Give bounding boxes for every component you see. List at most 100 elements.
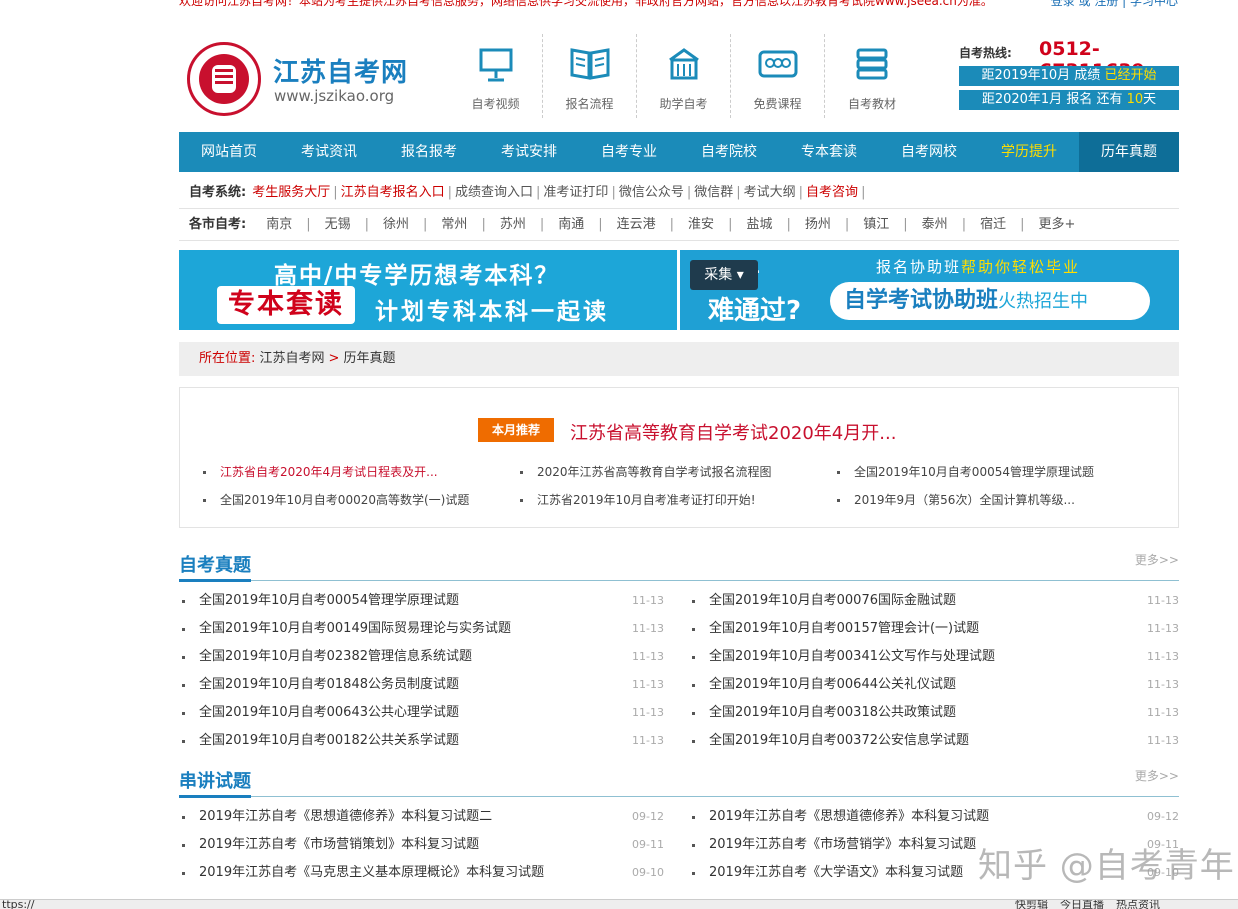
item-title[interactable]: 全国2019年10月自考02382管理信息系统试题 [199,649,472,664]
list-item[interactable]: 全国2019年10月自考00643公共心理学试题 11-13 [179,699,679,727]
nav-item-past-papers[interactable]: 历年真题 [1079,132,1179,172]
list-item[interactable]: 全国2019年10月自考00054管理学原理试题 11-13 [179,587,679,615]
countdown-highlight: 已经开始 [1104,68,1157,83]
list-item[interactable]: 2019年江苏自考《思想道德修养》本科复习试题二 09-12 [179,803,679,831]
login-register-links[interactable]: 登录 或 注册 | 学习中心 [1051,0,1178,8]
nav-item-news[interactable]: 考试资讯 [279,132,379,172]
list-item[interactable]: 全国2019年10月自考00372公安信息学试题 11-13 [679,727,1179,755]
city-link-suzhou[interactable]: 苏州 [500,217,526,232]
nav-item-colleges[interactable]: 自考院校 [679,132,779,172]
item-title[interactable]: 全国2019年10月自考00076国际金融试题 [709,593,956,608]
city-link-more[interactable]: 更多+ [1038,217,1075,232]
nav-item-degree-upgrade[interactable]: 学历提升 [979,132,1079,172]
item-date: 11-13 [632,734,664,747]
nav-item-home[interactable]: 网站首页 [179,132,279,172]
tool-live[interactable]: 今日直播 [1060,900,1104,909]
open-book-icon [570,48,609,80]
list-item[interactable]: 2019年江苏自考《思想道德修养》本科复习试题 09-12 [679,803,1179,831]
quick-link-assist[interactable]: 助学自考 [637,34,731,118]
item-title[interactable]: 全国2019年10月自考00318公共政策试题 [709,705,956,720]
city-link-lianyungang[interactable]: 连云港 [617,217,656,232]
list-item[interactable]: 全国2019年10月自考00182公共关系学试题 11-13 [179,727,679,755]
list-item[interactable]: 全国2019年10月自考00076国际金融试题 11-13 [679,587,1179,615]
site-logo[interactable] [187,42,261,116]
item-title[interactable]: 全国2019年10月自考00182公共关系学试题 [199,733,459,748]
quick-link-process[interactable]: 报名流程 [543,34,637,118]
system-link-admission-print[interactable]: 准考证打印 [543,185,608,200]
nav-item-majors[interactable]: 自考专业 [579,132,679,172]
banner-assist-class[interactable]: 自考难通过? 采集 ▾ 报名协助班帮助你轻松毕业 自学考试协助班火热招生中 [680,250,1179,330]
breadcrumb-current[interactable]: 历年真题 [343,351,395,366]
quick-link-video[interactable]: 自考视频 [449,34,543,118]
breadcrumb-home[interactable]: 江苏自考网 [260,351,325,366]
city-link-huaian[interactable]: 淮安 [688,217,714,232]
system-link-registration-entry[interactable]: 江苏自考报名入口 [341,185,445,200]
countdown-scores[interactable]: 距2019年10月 成绩 已经开始 [959,66,1179,86]
item-title[interactable]: 全国2019年10月自考00644公关礼仪试题 [709,677,956,692]
item-title[interactable]: 2019年江苏自考《思想道德修养》本科复习试题 [709,809,989,824]
list-item[interactable]: 全国2019年10月自考00149国际贸易理论与实务试题 11-13 [179,615,679,643]
list-item[interactable]: 全国2019年10月自考00644公关礼仪试题 11-13 [679,671,1179,699]
tool-quick-clip[interactable]: 快剪辑 [1015,900,1048,909]
city-link-yangzhou[interactable]: 扬州 [805,217,831,232]
list-item[interactable]: 全国2019年10月自考01848公务员制度试题 11-13 [179,671,679,699]
list-item[interactable]: 江苏省自考2020年4月考试日程表及开... [200,462,517,490]
divider: | [728,217,733,232]
item-title[interactable]: 2019年江苏自考《思想道德修养》本科复习试题二 [199,809,492,824]
system-link-consult[interactable]: 自考咨询 [806,185,858,200]
more-link[interactable]: 更多>> [1135,767,1179,784]
list-item[interactable]: 全国2019年10月自考00318公共政策试题 11-13 [679,699,1179,727]
more-link[interactable]: 更多>> [1135,551,1179,568]
list-item[interactable]: 2020年江苏省高等教育自学考试报名流程图 [517,462,834,490]
breadcrumb-separator: > [328,351,340,366]
item-title[interactable]: 全国2019年10月自考00372公安信息学试题 [709,733,969,748]
list-item[interactable]: 全国2019年10月自考00020高等数学(一)试题 [200,490,517,518]
city-link-changzhou[interactable]: 常州 [441,217,467,232]
quick-link-textbooks[interactable]: 自考教材 [825,34,919,118]
nav-item-dual-degree[interactable]: 专本套读 [779,132,879,172]
nav-item-online-school[interactable]: 自考网校 [879,132,979,172]
system-link-wechat-account[interactable]: 微信公众号 [619,185,684,200]
item-title[interactable]: 2019年江苏自考《市场营销策划》本科复习试题 [199,837,479,852]
city-link-zhenjiang[interactable]: 镇江 [863,217,889,232]
system-link-service-hall[interactable]: 考生服务大厅 [252,185,330,200]
list-item[interactable]: 2019年江苏自考《马克思主义基本原理概论》本科复习试题 09-10 [179,859,679,887]
item-title[interactable]: 2019年江苏自考《马克思主义基本原理概论》本科复习试题 [199,865,544,880]
nav-item-registration[interactable]: 报名报考 [379,132,479,172]
nav-item-schedule[interactable]: 考试安排 [479,132,579,172]
item-title[interactable]: 全国2019年10月自考00157管理会计(一)试题 [709,621,979,636]
site-name[interactable]: 江苏自考网 [273,52,408,89]
city-link-nantong[interactable]: 南通 [558,217,584,232]
city-link-taizhou[interactable]: 泰州 [922,217,948,232]
collect-button[interactable]: 采集 ▾ [690,260,758,290]
item-title[interactable]: 全国2019年10月自考00341公文写作与处理试题 [709,649,995,664]
list-item[interactable]: 全国2019年10月自考02382管理信息系统试题 11-13 [179,643,679,671]
list-item[interactable]: 2019年江苏自考《市场营销策划》本科复习试题 09-11 [179,831,679,859]
list-item[interactable]: 全国2019年10月自考00157管理会计(一)试题 11-13 [679,615,1179,643]
item-title[interactable]: 2019年江苏自考《大学语文》本科复习试题 [709,865,963,880]
city-link-xuzhou[interactable]: 徐州 [383,217,409,232]
divider: | [686,185,692,200]
system-link-score-query[interactable]: 成绩查询入口 [455,185,533,200]
item-title[interactable]: 全国2019年10月自考00054管理学原理试题 [199,593,459,608]
system-link-wechat-group[interactable]: 微信群 [694,185,733,200]
system-link-syllabus[interactable]: 考试大纲 [744,185,796,200]
city-link-wuxi[interactable]: 无锡 [325,217,351,232]
divider: | [306,217,311,232]
city-link-suqian[interactable]: 宿迁 [980,217,1006,232]
item-title[interactable]: 2019年江苏自考《市场营销学》本科复习试题 [709,837,976,852]
city-link-yancheng[interactable]: 盐城 [746,217,772,232]
list-item[interactable]: 江苏省2019年10月自考准考证打印开始! [517,490,834,518]
item-title[interactable]: 全国2019年10月自考00149国际贸易理论与实务试题 [199,621,511,636]
countdown-registration[interactable]: 距2020年1月 报名 还有 10天 [959,90,1179,110]
item-title[interactable]: 全国2019年10月自考01848公务员制度试题 [199,677,459,692]
quick-link-free-course[interactable]: 免费课程 [731,34,825,118]
recommend-headline[interactable]: 江苏省高等教育自学考试2020年4月开... [570,419,896,445]
list-item[interactable]: 全国2019年10月自考00054管理学原理试题 [834,462,1151,490]
item-title[interactable]: 全国2019年10月自考00643公共心理学试题 [199,705,459,720]
list-item[interactable]: 全国2019年10月自考00341公文写作与处理试题 11-13 [679,643,1179,671]
list-item[interactable]: 2019年9月（第56次）全国计算机等级... [834,490,1151,518]
tool-hot-news[interactable]: 热点资讯 [1116,900,1160,909]
banner-dual-degree[interactable]: 高中/中专学历想考本科？ 专本套读 计划专科本科一起读 [179,250,677,330]
city-link-nanjing[interactable]: 南京 [266,217,292,232]
